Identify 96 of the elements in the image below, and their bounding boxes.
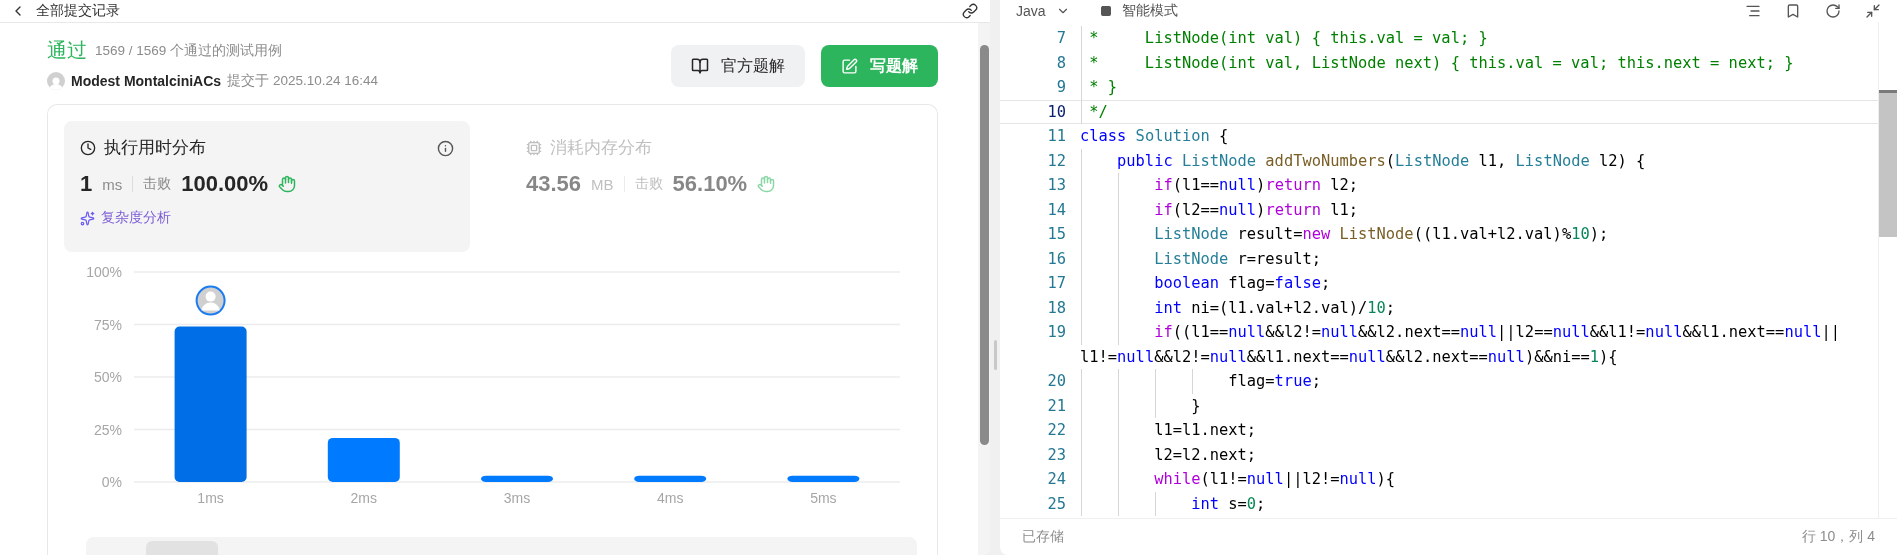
bookmark-icon[interactable] (1785, 3, 1801, 19)
code-line: ListNode r=result; (1153, 248, 1321, 270)
scrollbar[interactable] (1878, 22, 1897, 518)
hand-icon (278, 175, 297, 193)
line-number: 7 (1055, 29, 1067, 48)
axis-label: 25% (93, 421, 122, 438)
collapse-icon[interactable] (1865, 3, 1881, 19)
metric-unit: MB (591, 175, 614, 193)
test-cases-text: 1569 / 1569 个通过的测试用例 (95, 41, 283, 60)
metric-card[interactable]: 消耗内存分布 43.56 MB 击败 56.10% (510, 121, 840, 252)
code-line: * } (1088, 77, 1118, 99)
line-number: 20 (1046, 372, 1067, 391)
info-icon[interactable] (437, 139, 454, 157)
line-number: 8 (1055, 53, 1067, 72)
axis-label: 0% (101, 474, 122, 490)
code-line: * ListNode(int val) { this.val = val; } (1088, 28, 1488, 50)
edit-icon (841, 57, 858, 75)
axis-label: 50% (93, 369, 122, 385)
bar[interactable] (787, 475, 860, 482)
code-line: flag=true; (1227, 371, 1321, 393)
code-line: class Solution { (1080, 126, 1229, 148)
line-number: 18 (1046, 298, 1067, 317)
line-number: 10 (1046, 102, 1067, 121)
bar[interactable] (634, 475, 707, 482)
avatar-icon (47, 72, 65, 90)
code-line: */ (1088, 101, 1108, 123)
cursor-position: 行 10，列 4 (1801, 528, 1875, 546)
link-icon[interactable] (962, 3, 978, 19)
line-number: 17 (1046, 274, 1067, 293)
square-icon (1099, 5, 1112, 17)
axis-label: 2ms (350, 490, 378, 506)
mode-label[interactable]: 智能模式 (1121, 2, 1178, 20)
metric-value: 1 (80, 171, 93, 197)
metric-unit: ms (102, 175, 123, 193)
code-line: if(l2==null)return l1; (1153, 199, 1359, 221)
axis-label: 5ms (810, 490, 837, 506)
hand-icon (757, 175, 776, 193)
page-title: 全部提交记录 (36, 2, 120, 20)
code-line: while(l1!=null||l2!=null){ (1153, 469, 1396, 491)
complexity-link[interactable]: 复杂度分析 (101, 209, 171, 227)
language-select[interactable]: Java (1016, 3, 1046, 19)
metric-title: 执行用时分布 (104, 137, 206, 158)
code-line: boolean flag=false; (1153, 273, 1331, 295)
code-line: if(l1==null)return l2; (1153, 175, 1359, 197)
line-number: 9 (1055, 78, 1067, 97)
line-number: 22 (1046, 421, 1067, 440)
book-icon (691, 57, 709, 75)
reset-icon[interactable] (1825, 3, 1841, 19)
axis-label: 1ms (197, 490, 224, 506)
format-icon[interactable] (1745, 3, 1761, 19)
chip-icon (526, 140, 542, 156)
saved-status: 已存储 (1022, 528, 1064, 546)
submit-time: 提交于 2025.10.24 16:44 (227, 72, 378, 90)
metric-title: 消耗内存分布 (550, 137, 652, 158)
beat-label: 击败 (634, 175, 663, 193)
axis-label: 75% (93, 316, 122, 333)
code-line: l2=l2.next; (1153, 444, 1257, 466)
line-number: 23 (1046, 445, 1067, 464)
code-line: ListNode result=new ListNode((l1.val+l2.val)%10); (1153, 224, 1609, 246)
line-number: 16 (1046, 249, 1067, 268)
bar[interactable] (481, 475, 553, 482)
line-number: 12 (1046, 151, 1067, 170)
line-number: 13 (1046, 176, 1067, 195)
axis-label: 100% (86, 264, 122, 280)
bar[interactable] (327, 437, 400, 482)
scrollbar[interactable] (978, 23, 990, 555)
line-number: 14 (1046, 200, 1067, 219)
line-number: 24 (1046, 470, 1067, 489)
code-line: int s=0; (1190, 493, 1266, 515)
code-line: l1!=null&&l2!=null&&l1.next==null&&l2.next==null)&&ni==1){ (1080, 346, 1618, 368)
result-status: 通过 (47, 38, 87, 63)
beat-label: 击败 (143, 175, 172, 193)
metric-value: 43.56 (526, 171, 582, 197)
beat-percent: 100.00% (181, 171, 269, 197)
axis-label: 4ms (656, 490, 684, 506)
line-number: 15 (1046, 225, 1067, 244)
axis-label: 3ms (503, 490, 531, 506)
official-solution-button[interactable]: 官方题解 (671, 45, 805, 87)
author-name[interactable]: Modest MontalciniACs (71, 73, 222, 89)
line-number: 19 (1046, 323, 1067, 342)
line-number: 11 (1046, 127, 1067, 146)
metric-card[interactable]: 执行用时分布 1 ms 击败 100.00% 复杂度分析 (64, 121, 470, 252)
code-line: if((l1==null&&l2!=null&&l2.next==null||l2==null&&l1!=null&&l1.next==null|| (1153, 322, 1840, 344)
sparkle-icon (80, 210, 95, 226)
line-number: 25 (1046, 494, 1067, 513)
resize-handle[interactable] (994, 340, 997, 370)
code-line: l1=l1.next; (1153, 420, 1257, 442)
code-line: int ni=(l1.val+l2.val)/10; (1153, 297, 1396, 319)
beat-percent: 56.10% (672, 171, 748, 197)
clock-icon (80, 140, 96, 156)
line-number: 21 (1046, 396, 1067, 415)
code-line: * ListNode(int val, ListNode next) { this.val = val; this.next = next; } (1088, 52, 1794, 74)
avatar-icon (195, 285, 226, 316)
code-line: } (1190, 395, 1201, 417)
bar[interactable] (174, 326, 247, 482)
code-line: public ListNode addTwoNumbers(ListNode l1, ListNode l2) { (1116, 150, 1646, 172)
